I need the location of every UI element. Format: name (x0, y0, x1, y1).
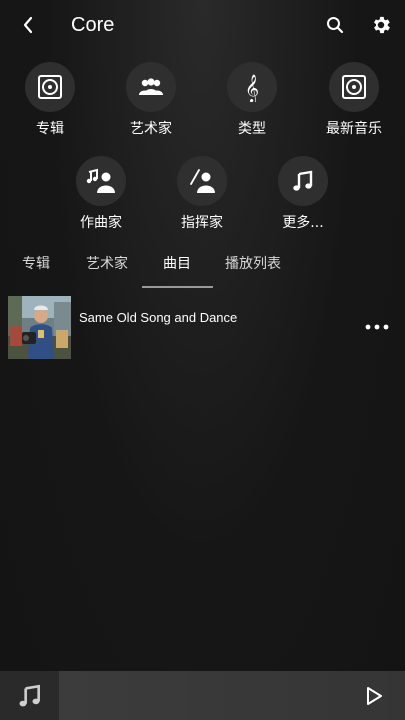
category-more[interactable]: 更多... (253, 156, 353, 240)
composer-icon (86, 168, 115, 193)
music-note-icon (18, 684, 40, 706)
category-circle (25, 62, 75, 112)
back-button[interactable] (14, 12, 42, 38)
category-label: 类型 (238, 121, 266, 137)
disc-icon (342, 75, 366, 99)
category-composers[interactable]: 作曲家 (51, 156, 151, 240)
now-playing-art[interactable] (0, 671, 59, 720)
conductor-icon (190, 169, 215, 193)
music-note-icon (293, 170, 313, 191)
category-artists[interactable]: 艺术家 (101, 62, 201, 146)
gear-icon (374, 16, 390, 34)
track-row[interactable]: Same Old Song and Dance (0, 294, 405, 359)
category-label: 专辑 (36, 121, 64, 137)
category-circle (177, 156, 227, 206)
category-label: 最新音乐 (326, 121, 382, 137)
page-title: Core (71, 14, 115, 36)
treble-clef-icon: 𝄞 (245, 74, 259, 102)
tab-tracks[interactable]: 曲目 (163, 254, 191, 274)
category-label: 作曲家 (80, 215, 122, 231)
category-circle: 𝄞 (227, 62, 277, 112)
more-horizontal-icon (365, 324, 389, 330)
album-art (8, 296, 71, 359)
now-playing-info[interactable] (59, 671, 405, 720)
app-screen: Core 专辑 艺术家 𝄞 类型 最新音乐 作曲家 指挥家 更多... 专辑 艺… (0, 0, 405, 720)
search-button[interactable] (321, 12, 349, 38)
tab-artists[interactable]: 艺术家 (86, 254, 128, 274)
svg-text:𝄞: 𝄞 (245, 74, 259, 102)
chevron-left-icon (23, 16, 33, 34)
category-conductors[interactable]: 指挥家 (152, 156, 252, 240)
mini-player[interactable] (0, 671, 405, 720)
search-icon (327, 17, 344, 34)
category-label: 指挥家 (181, 215, 223, 231)
category-circle (329, 62, 379, 112)
group-icon (139, 78, 163, 95)
header-bar: Core (0, 0, 405, 50)
tab-bar: 专辑 艺术家 曲目 播放列表 (0, 244, 405, 288)
play-icon (367, 687, 382, 705)
disc-icon (38, 75, 62, 99)
settings-button[interactable] (367, 11, 395, 39)
category-new-music[interactable]: 最新音乐 (304, 62, 404, 146)
tab-albums[interactable]: 专辑 (22, 254, 50, 274)
album-art-photo (8, 296, 71, 359)
category-circle (76, 156, 126, 206)
active-tab-indicator (142, 286, 213, 288)
category-circle (278, 156, 328, 206)
track-title: Same Old Song and Dance (79, 310, 238, 325)
category-circle (126, 62, 176, 112)
category-label: 艺术家 (130, 121, 172, 137)
play-button[interactable] (360, 683, 388, 709)
category-genres[interactable]: 𝄞 类型 (202, 62, 302, 146)
category-albums[interactable]: 专辑 (0, 62, 100, 146)
tab-playlists[interactable]: 播放列表 (225, 254, 281, 274)
category-label: 更多... (282, 215, 324, 231)
track-more-button[interactable] (363, 318, 391, 336)
